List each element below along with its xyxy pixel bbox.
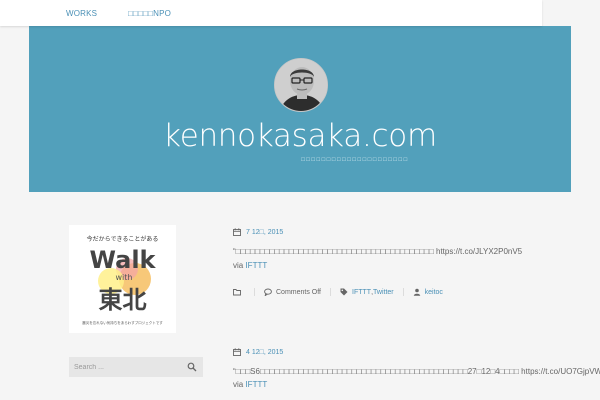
avatar-portrait-image xyxy=(275,59,327,111)
search-icon[interactable] xyxy=(187,362,197,372)
banner-walk-text: Walk xyxy=(90,246,157,274)
post-date: 7 12□, 2015 xyxy=(233,228,600,236)
banner-tohoku-text: 東北 xyxy=(99,286,147,314)
nav-item-works[interactable]: WORKS xyxy=(66,9,97,18)
search-input[interactable] xyxy=(69,357,179,377)
search-form xyxy=(69,357,203,377)
via-label: via xyxy=(233,380,246,389)
nav-item-npo[interactable]: □□□□□NPO xyxy=(128,9,171,18)
via-link[interactable]: IFTTT xyxy=(245,380,267,389)
post-date-link[interactable]: 4 12□, 2015 xyxy=(246,349,283,356)
post-via: via IFTTT xyxy=(233,262,267,270)
tag-link-ifttt[interactable]: IFTTT xyxy=(352,289,371,296)
post-content: “□□□S6□□□□□□□□□□□□□□□□□□□□□□□□□□□□□□□□□□… xyxy=(233,367,600,376)
tag-link-twitter[interactable]: Twitter xyxy=(373,289,394,296)
site-title[interactable]: kennokasaka.com xyxy=(29,118,571,154)
post-content: “□□□□□□□□□□□□□□□□□□□□□□□□□□□□□□□□□□□□□□□… xyxy=(233,247,523,256)
banner-bottom-line: 震災を忘れない気持ちをあらわすプロジェクトです xyxy=(82,320,163,325)
post-date: 4 12□, 2015 xyxy=(233,348,600,356)
avatar[interactable] xyxy=(274,58,328,112)
folder-icon xyxy=(233,289,241,296)
calendar-icon xyxy=(233,348,241,356)
meta-divider xyxy=(254,288,255,296)
post-2: 4 12□, 2015 “□□□S6□□□□□□□□□□□□□□□□□□□□□□… xyxy=(233,348,600,400)
post-date-link[interactable]: 7 12□, 2015 xyxy=(246,229,283,236)
comment-icon xyxy=(264,288,272,296)
meta-divider xyxy=(402,288,404,296)
site-tagline: □□□□□□□□□□□□□□□□□□□□□ xyxy=(301,157,409,163)
walk-with-tohoku-banner[interactable]: 今だからできることがある Walk with 東北 震災を忘れない気持ちをあらわ… xyxy=(69,225,176,333)
post-via: via IFTTT xyxy=(233,381,267,389)
post-meta: Comments Off IFTTT, Twitter keitoc xyxy=(233,288,443,296)
site-header: kennokasaka.com □□□□□□□□□□□□□□□□□□□□□ xyxy=(29,26,571,192)
banner-top-line: 今だからできることがある xyxy=(87,235,159,243)
meta-divider xyxy=(330,288,331,296)
user-icon xyxy=(413,288,420,296)
top-navigation: WORKS □□□□□NPO xyxy=(0,0,542,26)
comments-status: Comments Off xyxy=(276,288,321,296)
via-label: via xyxy=(233,261,246,270)
author-link[interactable]: keitoc xyxy=(425,289,443,296)
banner-with-text: with xyxy=(116,273,133,282)
tag-icon xyxy=(340,288,348,296)
via-link[interactable]: IFTTT xyxy=(245,261,267,270)
calendar-icon xyxy=(233,228,241,236)
post-1: 7 12□, 2015 “□□□□□□□□□□□□□□□□□□□□□□□□□□□… xyxy=(233,228,600,303)
